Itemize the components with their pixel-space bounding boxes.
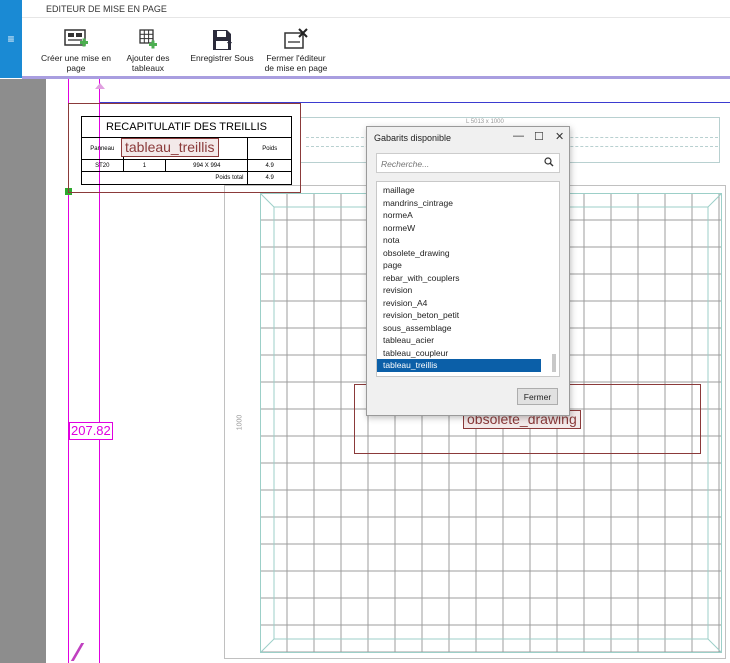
- list-item-revision-a4[interactable]: revision_A4: [377, 297, 541, 310]
- list-item-mandrins-cintrage[interactable]: mandrins_cintrage: [377, 197, 541, 210]
- list-item-normew[interactable]: normeW: [377, 222, 541, 235]
- table-treillis-tag[interactable]: tableau_treillis: [121, 138, 219, 157]
- list-item-rebar-with-couplers[interactable]: rebar_with_couplers: [377, 272, 541, 285]
- top-dimension-label: L 5013 x 1000: [466, 119, 504, 125]
- recap-data-row: ST20 1 994 X 994 4.9: [82, 160, 291, 172]
- search-box: [376, 153, 560, 173]
- close-button[interactable]: Fermer: [517, 388, 558, 405]
- dimension-arrow-icon: [95, 83, 105, 89]
- total-value: 4.9: [265, 175, 274, 181]
- list-scrollbar[interactable]: [552, 354, 556, 372]
- menu-icon: ≡: [7, 32, 15, 46]
- dimension-value[interactable]: 207.82: [69, 422, 113, 440]
- save-as-button[interactable]: Enregistrer Sous: [188, 28, 256, 63]
- header-poids: Poids: [262, 145, 278, 152]
- search-icon[interactable]: [544, 157, 554, 167]
- list-item-page[interactable]: page: [377, 259, 541, 272]
- add-tables-button[interactable]: Ajouter des tableaux: [118, 28, 178, 73]
- search-input[interactable]: [377, 155, 537, 173]
- dialog-title: Gabarits disponible: [374, 133, 452, 143]
- save-as-label: Enregistrer Sous: [190, 53, 254, 63]
- close-editor-label: Fermer l'éditeur de mise en page: [264, 53, 328, 73]
- add-table-icon: [139, 29, 157, 49]
- bottom-marker-icon: [70, 643, 96, 661]
- cell-weight: 4.9: [265, 162, 274, 169]
- ribbon-divider: [22, 17, 730, 18]
- side-dimension-label: 1000: [236, 414, 244, 431]
- cell-count: 1: [124, 160, 167, 171]
- list-item-maillage[interactable]: maillage: [377, 184, 541, 197]
- ribbon: ≡ EDITEUR DE MISE EN PAGE Créer une mise…: [0, 0, 730, 79]
- list-item-normea[interactable]: normeA: [377, 209, 541, 222]
- list-item-nota[interactable]: nota: [377, 234, 541, 247]
- cell-panneau: ST20: [82, 160, 124, 171]
- close-editor-button[interactable]: Fermer l'éditeur de mise en page: [260, 28, 332, 73]
- recap-table-block[interactable]: RECAPITULATIF DES TREILLIS Panneau Poids…: [68, 103, 301, 193]
- menu-button[interactable]: ≡: [0, 0, 22, 78]
- header-panneau: Panneau: [82, 138, 124, 159]
- minimize-icon[interactable]: —: [513, 130, 524, 142]
- create-layout-icon: [64, 29, 88, 47]
- total-label: Poids total: [82, 172, 249, 184]
- workspace-gutter: [0, 79, 46, 663]
- ribbon-title: EDITEUR DE MISE EN PAGE: [46, 4, 167, 14]
- list-item-obsolete-drawing[interactable]: obsolete_drawing: [377, 247, 541, 260]
- templates-list[interactable]: maillage mandrins_cintrage normeA normeW not…: [376, 181, 560, 377]
- list-item-tableau-coupleur[interactable]: tableau_coupleur: [377, 347, 541, 360]
- maximize-icon[interactable]: ☐: [534, 130, 544, 143]
- add-tables-label: Ajouter des tableaux: [126, 53, 170, 73]
- list-item-tableau-treillis[interactable]: tableau_treillis: [377, 359, 541, 372]
- create-layout-label: Créer une mise en page: [41, 53, 111, 73]
- list-item-sous-assemblage[interactable]: sous_assemblage: [377, 322, 541, 335]
- cell-size: 994 X 994: [166, 160, 249, 171]
- list-item-revision[interactable]: revision: [377, 284, 541, 297]
- list-item-tableau-acier[interactable]: tableau_acier: [377, 334, 541, 347]
- save-as-icon: [213, 30, 232, 50]
- create-layout-button[interactable]: Créer une mise en page: [40, 28, 112, 73]
- recap-total-row: Poids total 4.9: [82, 172, 291, 184]
- close-editor-icon: [284, 28, 308, 49]
- recap-table-title: RECAPITULATIF DES TREILLIS: [82, 117, 291, 138]
- list-item-revision-beton-petit[interactable]: revision_beton_petit: [377, 309, 541, 322]
- templates-dialog: Gabarits disponible — ☐ ✕ maillagemandri…: [366, 126, 570, 416]
- close-icon[interactable]: ✕: [555, 130, 564, 143]
